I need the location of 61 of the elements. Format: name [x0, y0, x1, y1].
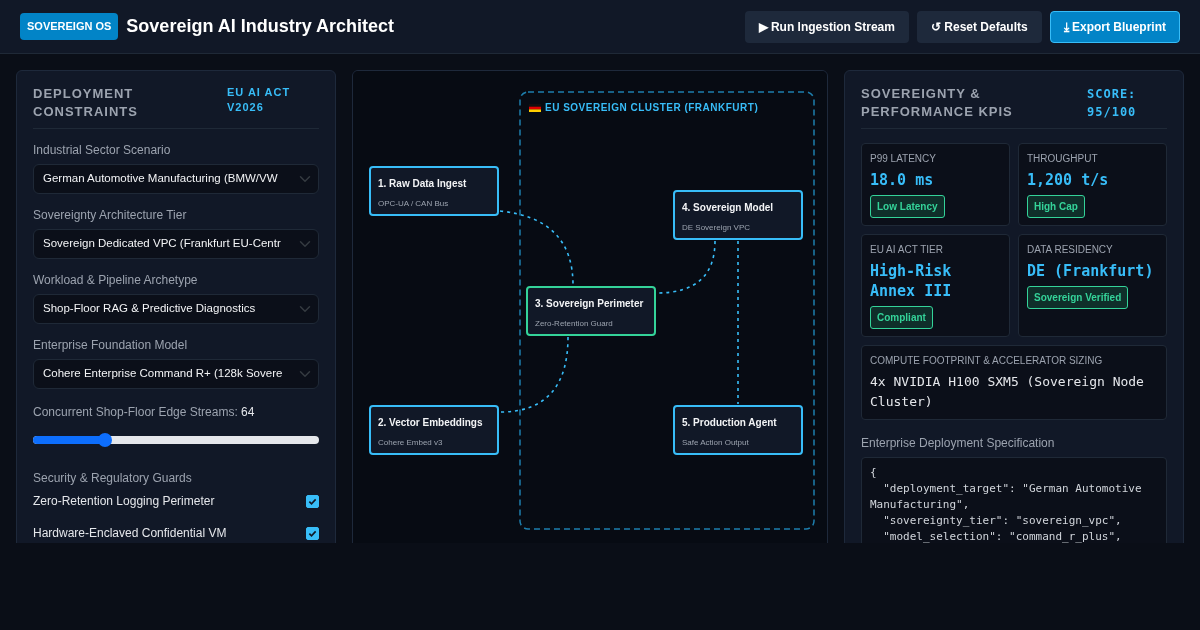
node-subtitle: OPC-UA / CAN Bus	[378, 198, 450, 210]
section-label: Security & Regulatory Guards	[33, 471, 193, 485]
node-subtitle: Zero-Retention Guard	[535, 318, 614, 330]
node-title: 3. Sovereign Perimeter	[535, 297, 645, 311]
field-label: Industrial Sector Scenario	[33, 143, 172, 157]
kpi-label: P99 LATENCY	[870, 152, 937, 166]
cluster-label: EU SOVEREIGN CLUSTER (FRANKFURT)	[545, 101, 759, 115]
dropdown[interactable]: Cohere Enterprise Command R+ (128k Sovere	[33, 359, 319, 389]
kpi-value: 18.0 ms	[870, 170, 935, 190]
dropdown[interactable]: Shop-Floor RAG & Predictive Diagnostics	[33, 294, 319, 324]
dropdown[interactable]: German Automotive Manufacturing (BMW/VW	[33, 164, 319, 194]
panel-title: DEPLOYMENT CONSTRAINTS	[33, 85, 139, 121]
node-title: 5. Production Agent	[682, 416, 778, 430]
kpi-value: High-Risk Annex III	[870, 261, 953, 301]
check-icon	[308, 528, 317, 538]
checkbox-label: Zero-Retention Logging Perimeter	[33, 493, 215, 510]
status-tag: High Cap	[1027, 195, 1085, 218]
diagram-node[interactable]: 4. Sovereign Model DE Sovereign VPC	[673, 190, 803, 240]
kpi-value: 1,200 t/s	[1027, 170, 1110, 190]
status-tag: Compliant	[870, 306, 933, 329]
node-subtitle: DE Sovereign VPC	[682, 222, 752, 234]
toolbar-button[interactable]: ↺ Reset Defaults	[916, 10, 1042, 43]
kpi-label: DATA RESIDENCY	[1027, 243, 1114, 257]
checkbox[interactable]	[306, 526, 319, 540]
dropdown[interactable]: Sovereign Dedicated VPC (Frankfurt EU-Centr	[33, 229, 319, 259]
toolbar-button[interactable]: ▶ Run Ingestion Stream	[744, 10, 909, 43]
node-subtitle: Safe Action Output	[682, 437, 750, 449]
status-tag: Sovereign Verified	[1027, 286, 1129, 309]
app-title: Sovereign AI Industry Architect	[126, 15, 395, 38]
section-label: Enterprise Deployment Specification	[861, 436, 1056, 450]
kpi-label: THROUGHPUT	[1027, 152, 1099, 166]
node-title: 2. Vector Embeddings	[378, 416, 484, 430]
diagram-node[interactable]: 3. Sovereign Perimeter Zero-Retention Guard	[526, 286, 656, 336]
kpi-label: EU AI ACT TIER	[870, 243, 944, 257]
compute-label: COMPUTE FOOTPRINT & ACCELERATOR SIZING	[870, 354, 1104, 368]
node-title: 1. Raw Data Ingest	[378, 177, 468, 191]
kpi-value: DE (Frankfurt)	[1027, 261, 1155, 281]
slider-label: Concurrent Shop-Floor Edge Streams: 64	[33, 404, 256, 421]
checkbox-label: Hardware-Enclaved Confidential VM	[33, 525, 227, 542]
compute-value: 4x NVIDIA H100 SXM5 (Sovereign Node Cluster)	[870, 373, 1145, 411]
node-title: 4. Sovereign Model	[682, 201, 775, 215]
score-label: SCORE: 95/100	[1087, 86, 1138, 121]
flag-icon	[529, 103, 541, 112]
checkbox[interactable]	[306, 494, 319, 508]
connector	[656, 240, 716, 294]
diagram-node[interactable]: 5. Production Agent Safe Action Output	[673, 405, 803, 455]
code-block: { "deployment_target": "German Automotive Manufacturing", "sovereignty_tier": "sovereign_vpc", "model_selection": "command_r_plus",	[861, 457, 1167, 543]
panel-title: SOVEREIGNTY & PERFORMANCE KPIS	[861, 85, 1014, 121]
field-label: Workload & Pipeline Archetype	[33, 273, 199, 287]
toolbar-button[interactable]: ⤓ Export Blueprint	[1049, 10, 1180, 43]
check-icon	[308, 496, 317, 506]
field-label: Sovereignty Architecture Tier	[33, 208, 188, 222]
diagram-node[interactable]: 2. Vector Embeddings Cohere Embed v3	[369, 405, 499, 455]
slider-thumb[interactable]	[97, 433, 112, 447]
slider-track[interactable]	[33, 436, 319, 444]
node-subtitle: Cohere Embed v3	[378, 437, 444, 449]
diagram-node[interactable]: 1. Raw Data Ingest OPC-UA / CAN Bus	[369, 166, 499, 216]
app-badge: SOVEREIGN OS	[20, 13, 119, 40]
status-tag: Low Latency	[870, 195, 945, 218]
version-tag: EU AI ACT V2026	[227, 85, 319, 121]
field-label: Enterprise Foundation Model	[33, 338, 189, 352]
